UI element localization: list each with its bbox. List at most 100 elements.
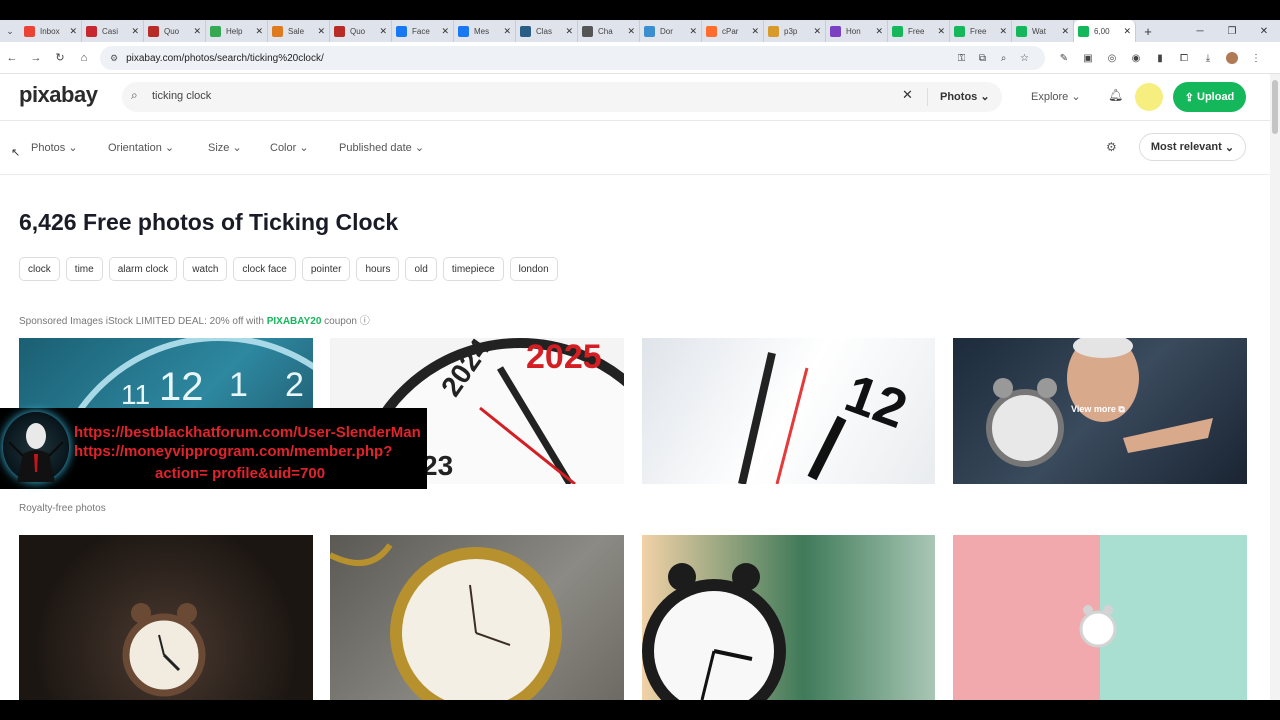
- close-tab-icon[interactable]: ✕: [131, 26, 139, 37]
- sponsored-photo-clock-closeup[interactable]: 12: [642, 338, 935, 484]
- sponsored-photo-man-alarm-clock[interactable]: View more ⧉: [953, 338, 1247, 484]
- browser-tab[interactable]: Sale ✕: [268, 20, 330, 42]
- browser-tab[interactable]: Dor ✕: [640, 20, 702, 42]
- page-scrollbar[interactable]: [1270, 74, 1280, 700]
- browser-tab[interactable]: Free ✕: [888, 20, 950, 42]
- browser-tab[interactable]: cPar ✕: [702, 20, 764, 42]
- reload-icon[interactable]: ↻: [48, 51, 72, 64]
- url-field[interactable]: ⚙ pixabay.com/photos/search/ticking%20cl…: [100, 46, 1045, 70]
- close-tab-icon[interactable]: ✕: [317, 26, 325, 37]
- minimize-icon[interactable]: ─: [1184, 26, 1216, 37]
- tag-chip[interactable]: timepiece: [442, 257, 504, 281]
- notifications-bell-icon[interactable]: 🔔︎: [1108, 88, 1123, 102]
- info-icon[interactable]: ⓘ: [360, 316, 370, 327]
- extension-icon[interactable]: ▣: [1076, 53, 1100, 64]
- pixabay-logo[interactable]: pixabay: [19, 82, 98, 108]
- search-bar[interactable]: ⌕ ticking clock ✕ Photos ⌄: [122, 82, 1002, 112]
- close-tab-icon[interactable]: ✕: [1123, 26, 1131, 37]
- browser-tab[interactable]: Wat ✕: [1012, 20, 1074, 42]
- close-tab-icon[interactable]: ✕: [751, 26, 759, 37]
- tag-chip[interactable]: pointer: [301, 257, 351, 281]
- search-input[interactable]: ticking clock: [152, 90, 211, 102]
- home-icon[interactable]: ⌂: [72, 52, 96, 64]
- filter-label: Published date: [339, 142, 412, 154]
- browser-tab[interactable]: Hon ✕: [826, 20, 888, 42]
- puzzle-icon[interactable]: ⧠: [1172, 53, 1196, 64]
- browser-tab[interactable]: Face ✕: [392, 20, 454, 42]
- sort-dropdown[interactable]: Most relevant ⌄: [1139, 133, 1246, 161]
- close-tab-icon[interactable]: ✕: [813, 26, 821, 37]
- browser-tab[interactable]: Help ✕: [206, 20, 268, 42]
- close-tab-icon[interactable]: ✕: [565, 26, 573, 37]
- filter-photos[interactable]: Photos ⌄: [31, 141, 78, 154]
- browser-tab[interactable]: Inbox ✕: [20, 20, 82, 42]
- settings-gear-icon[interactable]: ⚙: [1106, 140, 1117, 154]
- close-tab-icon[interactable]: ✕: [937, 26, 945, 37]
- upload-button[interactable]: ⇪ Upload: [1173, 82, 1246, 112]
- tag-chip[interactable]: alarm clock: [108, 257, 178, 281]
- back-icon[interactable]: ←: [0, 52, 24, 64]
- key-icon[interactable]: ⚿: [951, 53, 972, 64]
- browser-tab[interactable]: Cha ✕: [578, 20, 640, 42]
- close-tab-icon[interactable]: ✕: [255, 26, 263, 37]
- browser-tab[interactable]: Casi ✕: [82, 20, 144, 42]
- photo-pocket-watch[interactable]: [330, 535, 624, 700]
- browser-tab[interactable]: Clas ✕: [516, 20, 578, 42]
- zoom-icon[interactable]: ⌕: [993, 53, 1014, 64]
- slenderman-logo: [3, 412, 69, 482]
- photo-vintage-alarm-clock[interactable]: [19, 535, 313, 700]
- close-tab-icon[interactable]: ✕: [627, 26, 635, 37]
- extension-icon[interactable]: ◎: [1100, 53, 1124, 64]
- menu-icon[interactable]: ⋮: [1244, 53, 1268, 64]
- filter-color[interactable]: Color ⌄: [270, 141, 309, 154]
- filter-orientation[interactable]: Orientation ⌄: [108, 141, 174, 154]
- coupon-suffix: coupon: [324, 316, 357, 327]
- close-tab-icon[interactable]: ✕: [875, 26, 883, 37]
- view-more-link[interactable]: View more ⧉: [1071, 404, 1125, 415]
- photo-classic-alarm-clock[interactable]: [642, 535, 935, 700]
- forward-icon[interactable]: →: [24, 52, 48, 64]
- profile-avatar[interactable]: [1226, 52, 1238, 64]
- browser-tab[interactable]: Mes ✕: [454, 20, 516, 42]
- download-icon[interactable]: ⤓: [1196, 53, 1220, 64]
- extension-icon[interactable]: ◉: [1124, 53, 1148, 64]
- browser-tab[interactable]: Free ✕: [950, 20, 1012, 42]
- media-type-dropdown[interactable]: Photos ⌄: [940, 90, 990, 103]
- filter-published-date[interactable]: Published date ⌄: [339, 141, 424, 154]
- close-tab-icon[interactable]: ✕: [689, 26, 697, 37]
- close-tab-icon[interactable]: ✕: [1061, 26, 1069, 37]
- restore-icon[interactable]: ❐: [1216, 26, 1248, 37]
- site-info-icon[interactable]: ⚙: [110, 53, 118, 64]
- tag-chip[interactable]: london: [509, 257, 558, 281]
- close-tab-icon[interactable]: ✕: [999, 26, 1007, 37]
- tab-search-icon[interactable]: ⌄: [0, 26, 20, 37]
- tag-chip[interactable]: clock: [19, 257, 60, 281]
- tag-chip[interactable]: time: [65, 257, 103, 281]
- eyedropper-icon[interactable]: ✎: [1052, 53, 1076, 64]
- browser-tab[interactable]: Quo ✕: [330, 20, 392, 42]
- install-app-icon[interactable]: ⧉: [972, 53, 993, 64]
- close-tab-icon[interactable]: ✕: [441, 26, 449, 37]
- bookmark-star-icon[interactable]: ☆: [1014, 53, 1035, 64]
- browser-tab[interactable]: p3p ✕: [764, 20, 826, 42]
- extension-icon[interactable]: ▮: [1148, 53, 1172, 64]
- tag-chip[interactable]: clock face: [233, 257, 296, 281]
- close-window-icon[interactable]: ✕: [1248, 26, 1280, 37]
- close-tab-icon[interactable]: ✕: [379, 26, 387, 37]
- filter-size[interactable]: Size ⌄: [208, 141, 242, 154]
- tag-chip[interactable]: old: [405, 257, 437, 281]
- clear-search-icon[interactable]: ✕: [902, 87, 913, 103]
- close-tab-icon[interactable]: ✕: [503, 26, 511, 37]
- tab-title: Casi: [102, 26, 119, 36]
- tag-chip[interactable]: hours: [356, 257, 400, 281]
- user-avatar[interactable]: [1135, 83, 1163, 111]
- browser-tab[interactable]: 6,00 ✕: [1074, 20, 1136, 42]
- close-tab-icon[interactable]: ✕: [193, 26, 201, 37]
- explore-menu[interactable]: Explore ⌄: [1031, 90, 1081, 103]
- new-tab-button[interactable]: +: [1136, 24, 1160, 39]
- browser-tab[interactable]: Quo ✕: [144, 20, 206, 42]
- tag-chip[interactable]: watch: [183, 257, 228, 281]
- close-tab-icon[interactable]: ✕: [69, 26, 77, 37]
- scrollbar-thumb[interactable]: [1272, 80, 1278, 134]
- photo-minimal-alarm-clock[interactable]: [953, 535, 1247, 700]
